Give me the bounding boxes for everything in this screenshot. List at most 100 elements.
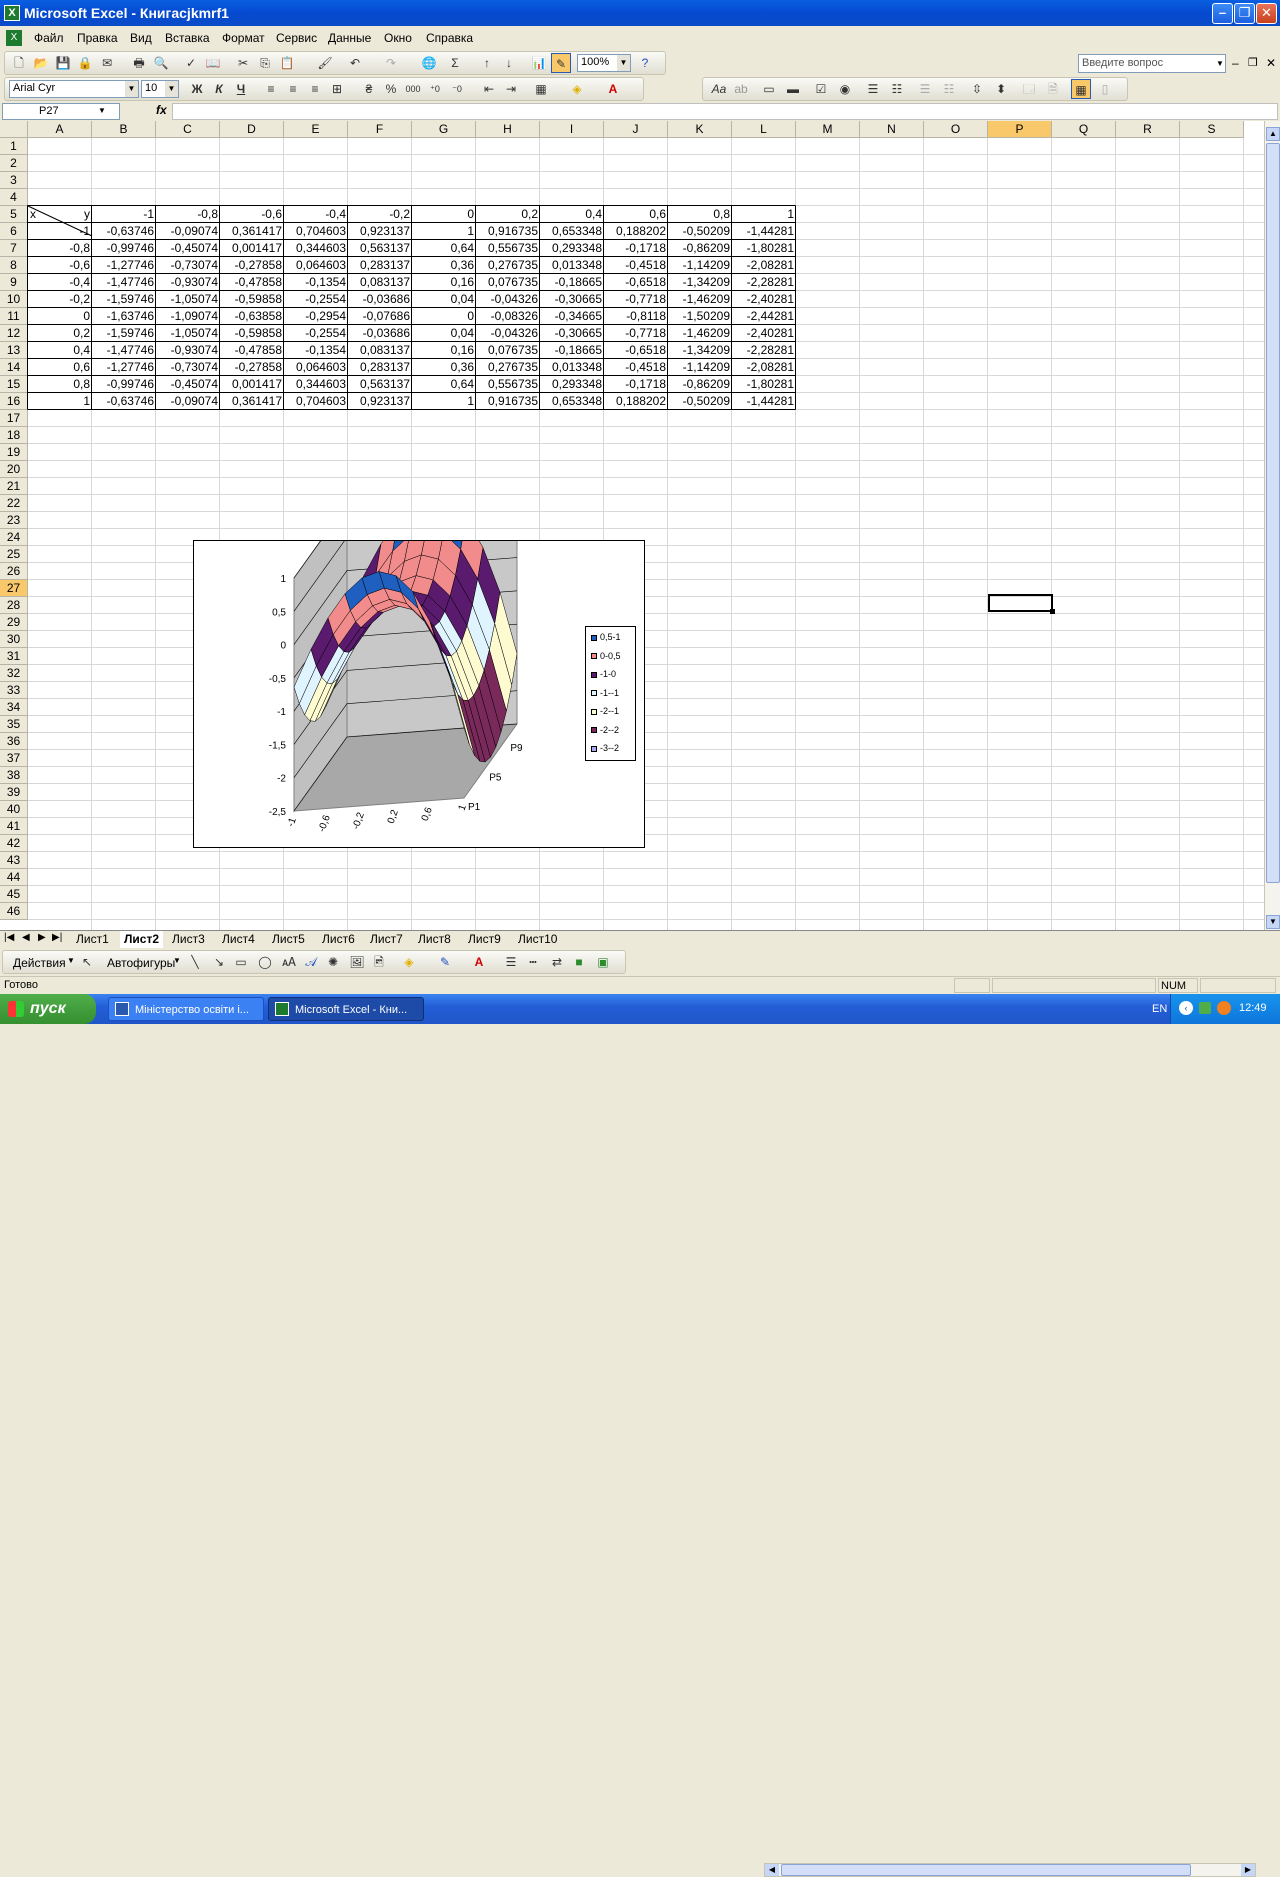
decrease-decimal-icon[interactable]: ⁻0 xyxy=(447,79,467,99)
chevron-down-icon[interactable]: ▼ xyxy=(1216,57,1226,71)
table-cell[interactable]: -0,50209 xyxy=(668,223,732,240)
table-cell[interactable]: -1,27746 xyxy=(92,359,156,376)
table-cell[interactable]: -0,2554 xyxy=(284,291,348,308)
table-cell[interactable]: -0,93074 xyxy=(156,342,220,359)
vertical-scrollbar[interactable]: ▲ ▼ xyxy=(1264,121,1280,931)
table-cell[interactable]: -0,08326 xyxy=(476,308,540,325)
table-cell[interactable]: -0,47858 xyxy=(220,274,284,291)
control-properties-icon[interactable]: 🗔 xyxy=(1019,79,1039,99)
scroll-thumb[interactable] xyxy=(1266,143,1280,883)
legend-entry[interactable]: 0,5-1 xyxy=(591,632,621,642)
save-icon[interactable]: 💾 xyxy=(53,53,73,73)
table-cell[interactable]: -0,04326 xyxy=(476,325,540,342)
increase-decimal-icon[interactable]: ⁺0 xyxy=(425,79,445,99)
toggle-grid-icon[interactable]: ▦ xyxy=(1071,79,1091,99)
table-cell[interactable]: -1,34209 xyxy=(668,274,732,291)
table-cell[interactable]: -0,18665 xyxy=(540,274,604,291)
table-cell[interactable]: -0,1354 xyxy=(284,342,348,359)
table-cell[interactable]: 0,923137 xyxy=(348,393,412,410)
table-cell[interactable]: 0,083137 xyxy=(348,342,412,359)
table-cell[interactable]: -0,18665 xyxy=(540,342,604,359)
row-label-cell[interactable]: 0,2 xyxy=(28,325,92,342)
menu-file[interactable]: Файл xyxy=(34,31,64,45)
bold-button[interactable]: Ж xyxy=(187,79,207,99)
table-cell[interactable]: -1,63746 xyxy=(92,308,156,325)
sort-descending-icon[interactable]: ↓ xyxy=(499,53,519,73)
edit-code-icon[interactable]: 🗎 xyxy=(1043,79,1063,99)
table-cell[interactable]: -1,09074 xyxy=(156,308,220,325)
sheet-tab[interactable]: Лист6 xyxy=(318,931,359,948)
fill-handle[interactable] xyxy=(1050,609,1055,614)
percent-icon[interactable]: % xyxy=(381,79,401,99)
table-cell[interactable]: 0,188202 xyxy=(604,393,668,410)
table-header-cell[interactable]: 1 xyxy=(732,206,796,223)
shadow-icon[interactable]: ■ xyxy=(569,952,589,972)
group-box-icon[interactable]: ▭ xyxy=(759,79,779,99)
table-cell[interactable]: 0,064603 xyxy=(284,257,348,274)
button-icon[interactable]: ▬ xyxy=(783,79,803,99)
table-cell[interactable]: -0,1718 xyxy=(604,240,668,257)
first-sheet-icon[interactable]: |◀ xyxy=(4,932,14,943)
checkbox-icon[interactable]: ☑ xyxy=(811,79,831,99)
table-cell[interactable]: -0,6518 xyxy=(604,342,668,359)
cut-icon[interactable]: ✂ xyxy=(233,53,253,73)
textbox-icon[interactable]: 🗚 xyxy=(279,952,299,972)
table-cell[interactable]: -0,1354 xyxy=(284,274,348,291)
arrow-icon[interactable]: ↘ xyxy=(209,952,229,972)
minimize-button[interactable]: – xyxy=(1212,3,1233,24)
thousands-icon[interactable]: 000 xyxy=(403,79,423,99)
row-label-cell[interactable]: 0 xyxy=(28,308,92,325)
spelling-icon[interactable]: ✓ xyxy=(181,53,201,73)
next-sheet-icon[interactable]: ▶ xyxy=(38,932,46,943)
table-header-cell[interactable]: 0,6 xyxy=(604,206,668,223)
scroll-left-icon[interactable]: ◀ xyxy=(765,1864,779,1876)
table-cell[interactable]: 0,704603 xyxy=(284,393,348,410)
row-label-cell[interactable]: -0,8 xyxy=(28,240,92,257)
table-cell[interactable]: 0,361417 xyxy=(220,223,284,240)
table-cell[interactable]: 0,293348 xyxy=(540,240,604,257)
table-cell[interactable]: -0,63746 xyxy=(92,223,156,240)
table-cell[interactable]: 0,36 xyxy=(412,257,476,274)
doc-restore-button[interactable]: ❐ xyxy=(1248,56,1258,69)
table-cell[interactable]: -0,45074 xyxy=(156,376,220,393)
scroll-up-icon[interactable]: ▲ xyxy=(1266,127,1280,141)
scroll-right-icon[interactable]: ▶ xyxy=(1241,1864,1255,1876)
actions-menu[interactable]: Действия xyxy=(13,956,66,970)
question-input[interactable]: Введите вопрос xyxy=(1078,54,1226,73)
table-cell[interactable]: 0,923137 xyxy=(348,223,412,240)
sheet-tab[interactable]: Лист3 xyxy=(168,931,209,948)
print-preview-icon[interactable]: 🔍 xyxy=(151,53,171,73)
table-cell[interactable]: -2,08281 xyxy=(732,257,796,274)
table-header-cell[interactable]: 0 xyxy=(412,206,476,223)
table-cell[interactable]: 0,653348 xyxy=(540,393,604,410)
table-cell[interactable]: -0,4518 xyxy=(604,359,668,376)
table-cell[interactable]: 0,36 xyxy=(412,359,476,376)
corner-y-label[interactable]: y xyxy=(28,206,92,223)
chevron-left-icon[interactable]: ‹ xyxy=(1179,1001,1193,1015)
select-objects-icon[interactable]: ↖ xyxy=(77,952,97,972)
table-cell[interactable]: 0,188202 xyxy=(604,223,668,240)
table-cell[interactable]: 0,16 xyxy=(412,274,476,291)
row-label-cell[interactable]: -1 xyxy=(28,223,92,240)
table-cell[interactable]: -0,07686 xyxy=(348,308,412,325)
table-cell[interactable]: -0,59858 xyxy=(220,291,284,308)
table-cell[interactable]: 0,344603 xyxy=(284,376,348,393)
list-box-icon[interactable]: ☰ xyxy=(863,79,883,99)
help-icon[interactable]: ? xyxy=(635,53,655,73)
table-cell[interactable]: -0,04326 xyxy=(476,291,540,308)
chevron-down-icon[interactable]: ▼ xyxy=(67,956,75,965)
formula-input[interactable] xyxy=(172,103,1278,120)
option-button-icon[interactable]: ◉ xyxy=(835,79,855,99)
underline-button[interactable]: Ч xyxy=(231,79,251,99)
table-cell[interactable]: -1,14209 xyxy=(668,257,732,274)
table-cell[interactable]: 0,001417 xyxy=(220,376,284,393)
table-cell[interactable]: -0,99746 xyxy=(92,240,156,257)
workbook-icon[interactable]: X xyxy=(6,30,22,46)
sheet-tab[interactable]: Лист2 xyxy=(120,931,164,948)
table-cell[interactable]: 0,916735 xyxy=(476,393,540,410)
row-label-cell[interactable]: -0,6 xyxy=(28,257,92,274)
menu-insert[interactable]: Вставка xyxy=(165,31,210,45)
table-header-cell[interactable]: -0,6 xyxy=(220,206,284,223)
legend-entry[interactable]: -2--1 xyxy=(591,706,619,716)
table-cell[interactable]: -1,05074 xyxy=(156,325,220,342)
